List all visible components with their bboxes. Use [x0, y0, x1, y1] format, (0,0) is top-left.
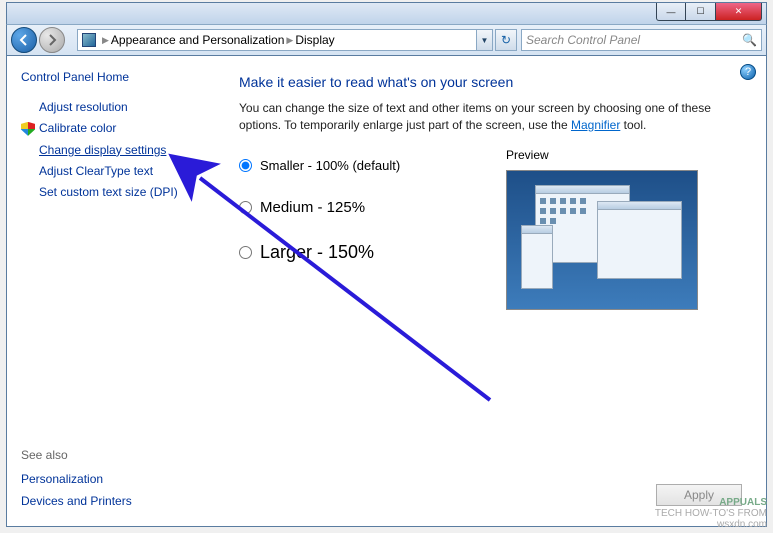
magnifier-link[interactable]: Magnifier — [571, 118, 620, 132]
desc-text-2: tool. — [620, 118, 646, 132]
see-also-personalization[interactable]: Personalization — [21, 472, 132, 486]
address-bar[interactable]: ▶ Appearance and Personalization ▶ Displ… — [77, 29, 477, 51]
radio-larger[interactable] — [239, 246, 252, 259]
breadcrumb-separator-icon: ▶ — [286, 35, 293, 46]
main-content: Make it easier to read what's on your sc… — [219, 56, 766, 526]
see-also-devices-printers[interactable]: Devices and Printers — [21, 494, 132, 508]
radio-smaller[interactable] — [239, 159, 252, 172]
breadcrumb-page[interactable]: Display — [295, 33, 334, 47]
search-input[interactable]: Search Control Panel 🔍 — [521, 29, 762, 51]
task-set-custom-text-size[interactable]: Set custom text size (DPI) — [39, 185, 209, 199]
preview-image — [506, 170, 698, 310]
sidebar: Control Panel Home Adjust resolution Cal… — [7, 56, 219, 526]
breadcrumb-separator-icon: ▶ — [102, 35, 109, 46]
preview-label: Preview — [506, 148, 736, 162]
watermark-tagline: TECH HOW-TO'S FROM — [655, 508, 767, 519]
client-area: ? Control Panel Home Adjust resolution C… — [6, 56, 767, 527]
back-button[interactable] — [11, 27, 37, 53]
task-label: Calibrate color — [39, 121, 116, 135]
forward-button[interactable] — [39, 27, 65, 53]
watermark-brand: APPUALS — [655, 497, 767, 508]
navigation-bar: ▶ Appearance and Personalization ▶ Displ… — [6, 24, 767, 56]
window-titlebar: — ☐ ✕ — [6, 2, 767, 24]
task-change-display-settings[interactable]: Change display settings — [39, 143, 209, 157]
control-panel-home-link[interactable]: Control Panel Home — [21, 70, 209, 84]
task-adjust-resolution[interactable]: Adjust resolution — [39, 100, 209, 114]
control-panel-icon — [82, 33, 96, 47]
preview-section: Preview — [506, 148, 736, 310]
search-icon: 🔍 — [742, 33, 757, 47]
page-heading: Make it easier to read what's on your sc… — [239, 74, 746, 90]
watermark: APPUALS TECH HOW-TO'S FROM wsxdn.com — [649, 494, 773, 533]
close-button[interactable]: ✕ — [716, 3, 762, 21]
address-dropdown-button[interactable]: ▼ — [477, 29, 493, 51]
refresh-button[interactable]: ↻ — [495, 29, 517, 51]
option-label: Larger - 150% — [260, 242, 374, 263]
minimize-button[interactable]: — — [656, 3, 686, 21]
preview-window-icon — [521, 225, 553, 289]
option-label: Smaller - 100% (default) — [260, 158, 400, 173]
shield-icon — [21, 122, 35, 136]
see-also-section: See also Personalization Devices and Pri… — [21, 448, 132, 516]
preview-window-icon — [597, 201, 682, 279]
breadcrumb-category[interactable]: Appearance and Personalization — [111, 33, 284, 47]
radio-medium[interactable] — [239, 201, 252, 214]
task-adjust-cleartype[interactable]: Adjust ClearType text — [39, 164, 209, 178]
watermark-site: wsxdn.com — [655, 519, 767, 530]
search-placeholder: Search Control Panel — [526, 33, 640, 47]
option-label: Medium - 125% — [260, 199, 365, 216]
task-calibrate-color[interactable]: Calibrate color — [39, 121, 209, 136]
see-also-heading: See also — [21, 448, 132, 462]
page-description: You can change the size of text and othe… — [239, 100, 746, 134]
maximize-button[interactable]: ☐ — [686, 3, 716, 21]
